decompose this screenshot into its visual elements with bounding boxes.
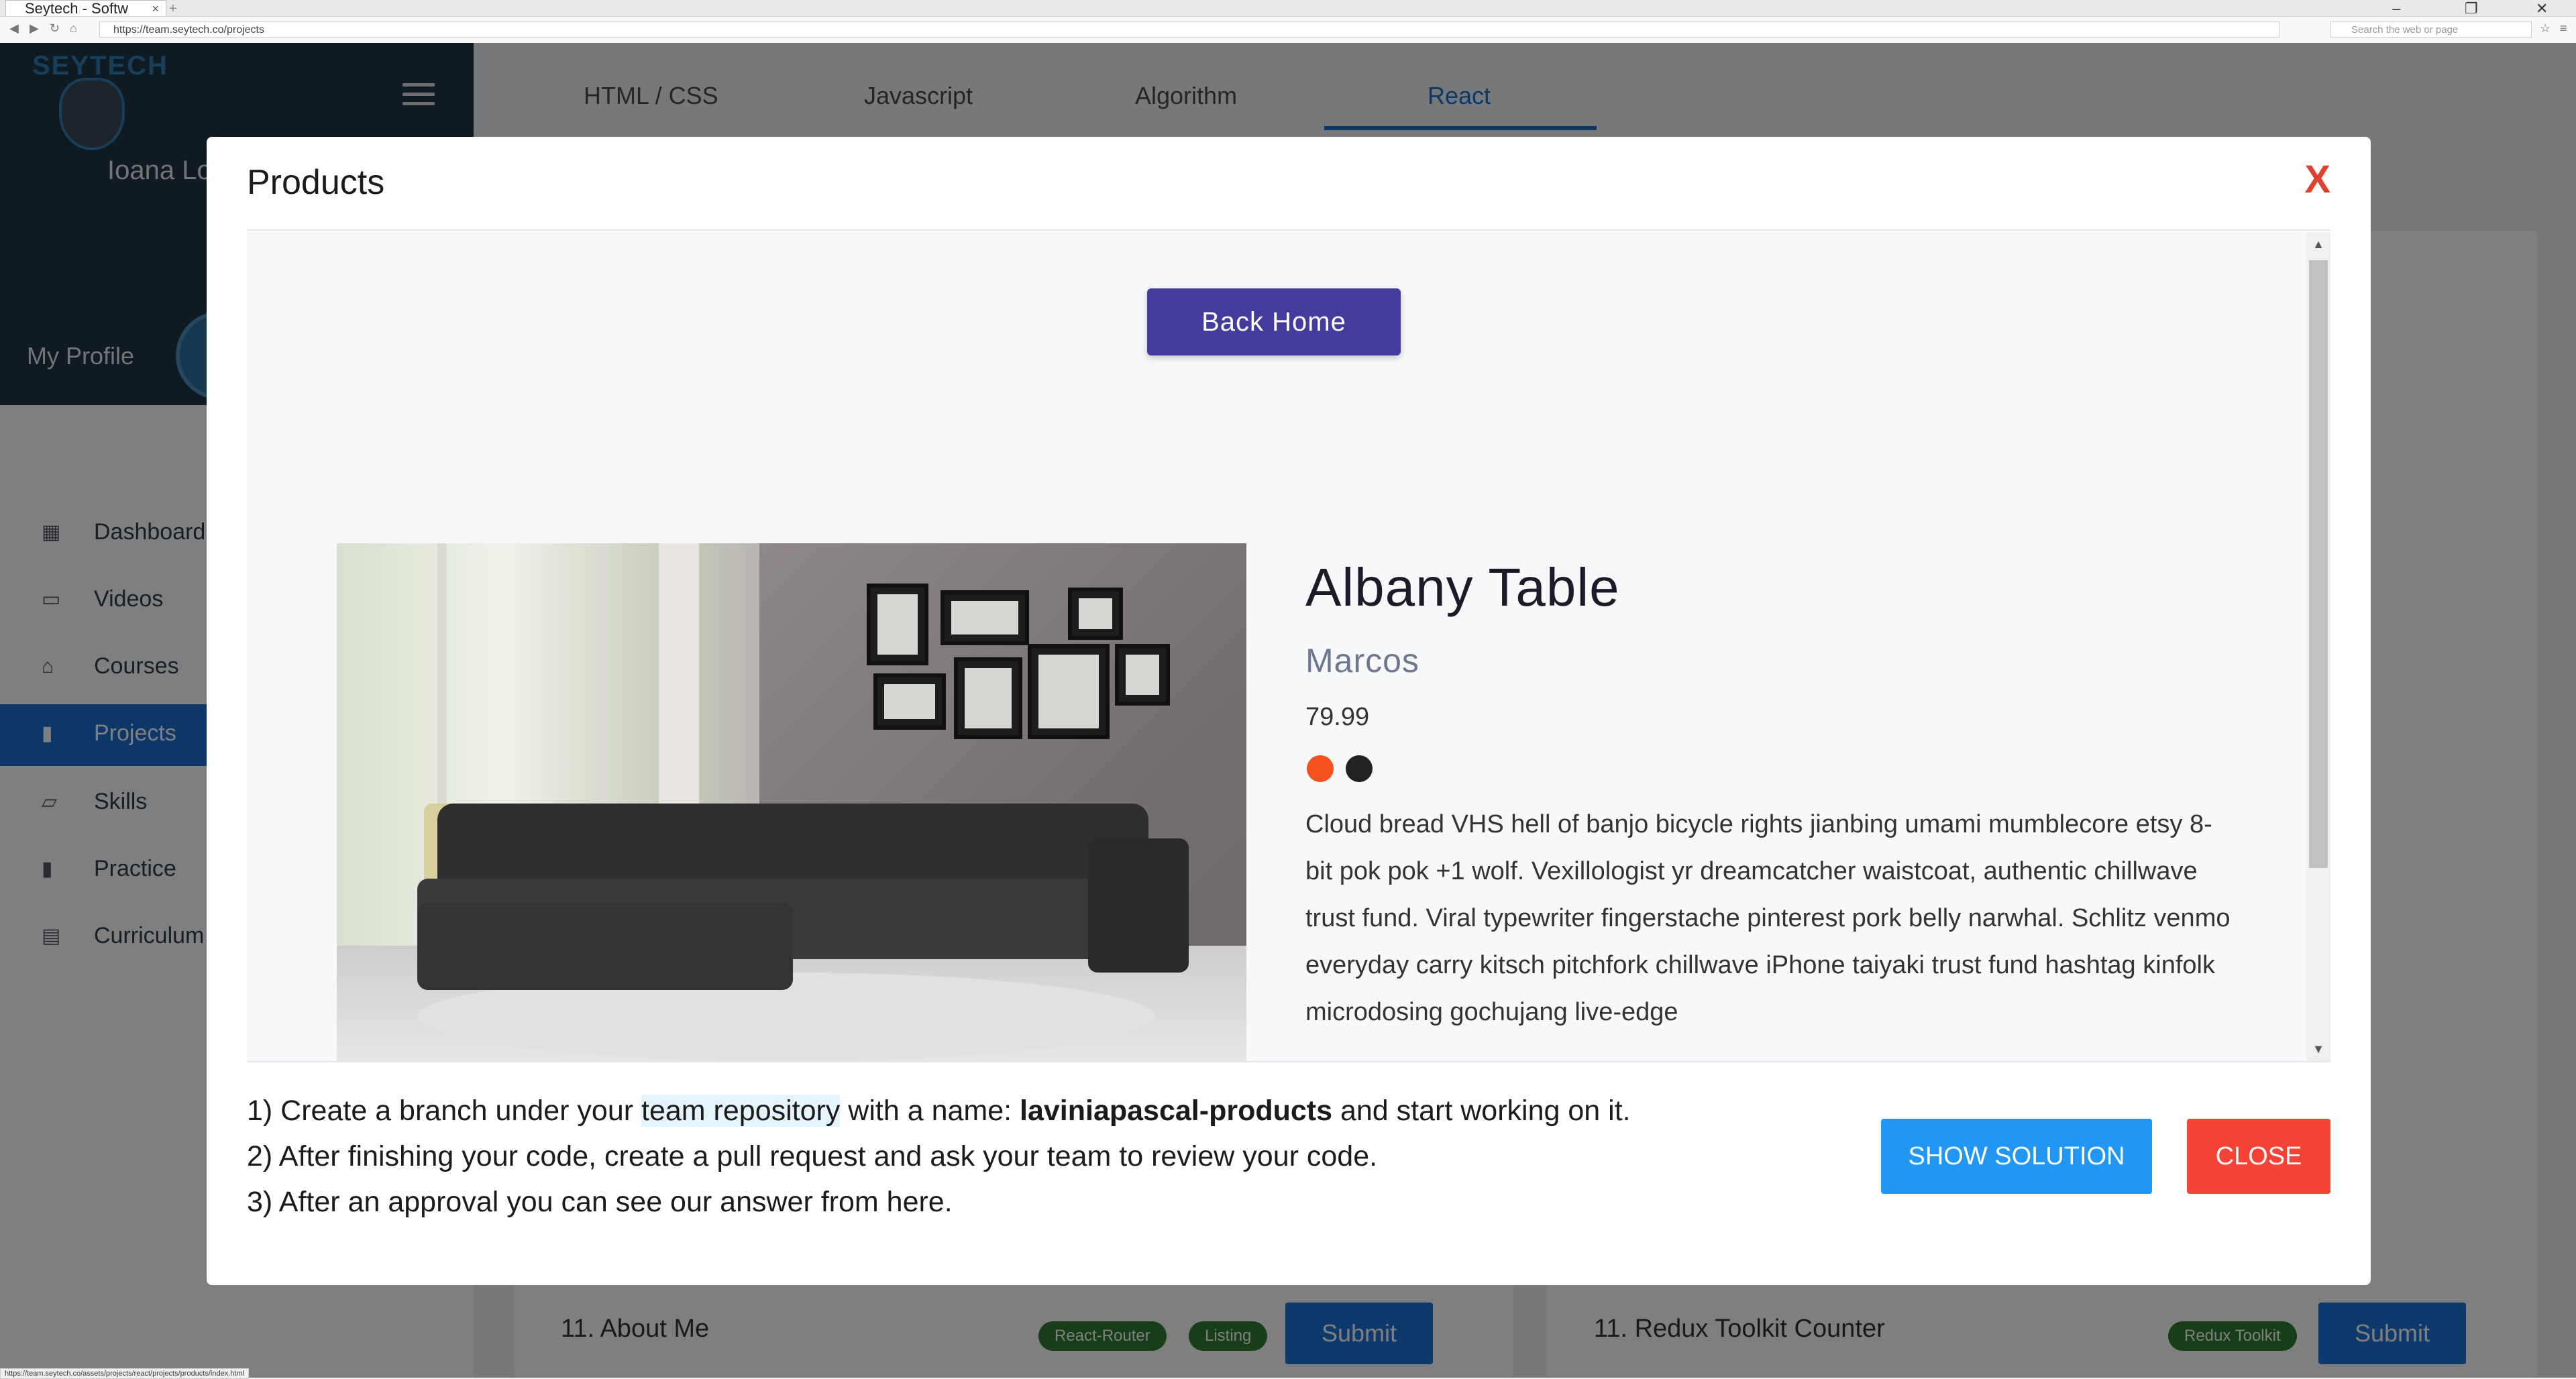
- instruction-line-1: 1) Create a branch under your team repos…: [247, 1088, 1631, 1134]
- sofa-chaise: [417, 903, 793, 990]
- instructions: 1) Create a branch under your team repos…: [247, 1088, 1631, 1225]
- tab-close-icon[interactable]: ×: [152, 1, 159, 16]
- browser-tab[interactable]: Seytech - Softw ×: [5, 0, 166, 16]
- branch-name: laviniapascal-products: [1020, 1095, 1333, 1127]
- search-field[interactable]: Search the web or page: [2330, 21, 2532, 38]
- product-price: 79.99: [1305, 703, 1370, 731]
- divider: [247, 229, 2330, 231]
- instruction-line-2: 2) After finishing your code, create a p…: [247, 1140, 1378, 1172]
- back-home-button[interactable]: Back Home: [1147, 288, 1401, 355]
- tab-title: Seytech - Softw: [25, 0, 129, 16]
- nav-row: ◀ ▶ ↻ ⌂ https://team.seytech.co/projects…: [0, 19, 2576, 40]
- restore-icon[interactable]: ❐: [2465, 0, 2478, 17]
- window-close-icon[interactable]: ✕: [2536, 0, 2548, 17]
- sofa-arm: [1088, 838, 1189, 973]
- home-icon[interactable]: ⌂: [70, 21, 77, 36]
- reload-icon[interactable]: ↻: [50, 21, 60, 36]
- instruction-text: 1) Create a branch under your: [247, 1095, 641, 1127]
- modal-title: Products: [247, 163, 385, 202]
- instruction-text: with a name:: [840, 1095, 1020, 1127]
- new-tab-icon[interactable]: +: [169, 1, 177, 17]
- product-brand: Marcos: [1305, 642, 1419, 679]
- product-description: Cloud bread VHS hell of banjo bicycle ri…: [1305, 810, 2231, 1026]
- color-swatch-black[interactable]: [1346, 755, 1373, 782]
- scrollbar[interactable]: ▲ ▼: [2306, 232, 2330, 1061]
- scroll-down-icon[interactable]: ▼: [2306, 1037, 2330, 1061]
- forward-icon[interactable]: ▶: [30, 21, 39, 36]
- browser-chrome: Seytech - Softw × + – ❐ ✕ ◀ ▶ ↻ ⌂ https:…: [0, 0, 2576, 44]
- team-repository-link[interactable]: team repository: [641, 1095, 841, 1127]
- scroll-up-icon[interactable]: ▲: [2306, 232, 2330, 256]
- products-modal: Products X Back Home Albany Table Marcos…: [207, 137, 2371, 1285]
- color-swatch-orange[interactable]: [1307, 755, 1334, 782]
- tab-strip: Seytech - Softw × + – ❐ ✕: [0, 0, 2576, 17]
- close-icon[interactable]: X: [2304, 157, 2330, 202]
- address-bar[interactable]: https://team.seytech.co/projects: [99, 21, 2279, 38]
- star-icon[interactable]: ☆: [2540, 21, 2551, 36]
- scroll-thumb[interactable]: [2309, 260, 2328, 868]
- preview-frame: Back Home Albany Table Marcos 79.99 Clou…: [247, 232, 2330, 1062]
- instruction-line-3: 3) After an approval you can see our ans…: [247, 1186, 953, 1218]
- product-name: Albany Table: [1305, 557, 1620, 617]
- back-icon[interactable]: ◀: [9, 21, 19, 36]
- menu-icon[interactable]: ≡: [2560, 21, 2567, 36]
- instruction-text: and start working on it.: [1332, 1095, 1631, 1127]
- show-solution-button[interactable]: SHOW SOLUTION: [1881, 1119, 2152, 1194]
- close-button[interactable]: CLOSE: [2187, 1119, 2330, 1194]
- product-image: [337, 543, 1246, 1061]
- minimize-icon[interactable]: –: [2392, 0, 2400, 17]
